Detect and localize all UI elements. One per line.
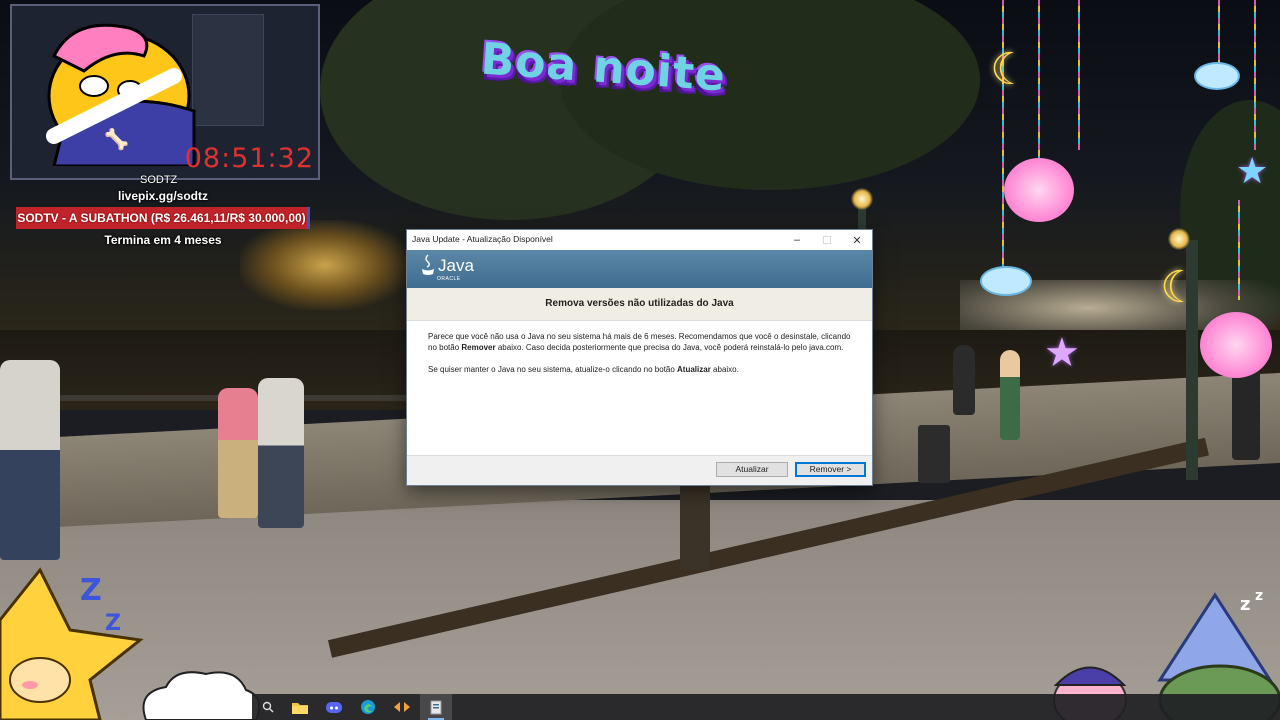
cloud-icon <box>1196 64 1238 88</box>
pink-sheep-icon <box>1004 158 1074 222</box>
svg-text:Z: Z <box>80 573 102 608</box>
para2-text-end: abaixo. <box>710 365 739 375</box>
sheep-icon <box>142 671 261 720</box>
sleeping-star-icon: Z Z <box>0 567 144 720</box>
stream-timer: 08:51:32 <box>184 143 314 174</box>
hanging-string <box>1078 0 1080 150</box>
app-arrows-icon[interactable] <box>386 694 418 720</box>
dialog-heading: Remova versões não utilizadas do Java <box>545 298 734 309</box>
java-update-dialog: Java Update - Atualização Disponível – ☐… <box>406 229 873 486</box>
dialog-title: Java Update - Atualização Disponível <box>412 234 553 244</box>
search-icon[interactable] <box>252 694 284 720</box>
heading-band: Remova versões não utilizadas do Java <box>407 288 872 321</box>
hanging-string <box>1254 0 1256 150</box>
svg-text:z: z <box>1255 590 1263 604</box>
subathon-ends-in: Termina em 4 meses <box>104 233 222 247</box>
remove-button[interactable]: Remover > <box>795 462 866 477</box>
close-button[interactable]: ✕ <box>842 230 872 250</box>
person <box>1000 350 1020 440</box>
lamp-light <box>1168 228 1190 250</box>
svg-text:Z: Z <box>105 611 121 636</box>
hanging-string <box>1002 0 1004 280</box>
hanging-string <box>1038 0 1040 170</box>
hanging-string <box>1238 200 1240 300</box>
trash-bin <box>918 425 950 483</box>
para1-bold: Remover <box>461 343 496 353</box>
pink-sheep-icon <box>1200 312 1272 378</box>
para2-text: Se quiser manter o Java no seu sistema, … <box>428 365 678 375</box>
hanging-string <box>1218 0 1220 70</box>
minimize-button[interactable]: – <box>782 230 812 250</box>
svg-text:🦴: 🦴 <box>104 127 129 151</box>
maximize-button: ☐ <box>822 234 832 247</box>
java-wordmark: Java <box>438 256 474 275</box>
svg-text:z: z <box>1240 594 1250 615</box>
oracle-wordmark: ORACLE <box>437 276 461 282</box>
java-update-icon[interactable] <box>420 694 452 720</box>
lamp-light <box>851 188 873 210</box>
dialog-body: Parece que você não usa o Java no seu si… <box>428 331 856 387</box>
dialog-footer: Atualizar Remover > <box>407 455 872 485</box>
person <box>0 360 60 560</box>
cloud-icon <box>982 268 1030 294</box>
subathon-goal-bar: SODTV - A SUBATHON (R$ 26.461,11/R$ 30.0… <box>16 207 310 229</box>
para2-bold: Atualizar <box>677 365 711 375</box>
moon-icon: ☾ <box>990 45 1030 94</box>
livepix-link: livepix.gg/sodtz <box>117 189 208 203</box>
edge-icon[interactable] <box>352 694 384 720</box>
update-button[interactable]: Atualizar <box>716 462 788 477</box>
star-icon: ★ <box>1044 331 1080 375</box>
cam-name: SODTZ <box>140 174 178 186</box>
person <box>258 378 304 528</box>
java-logo: Java <box>421 254 474 276</box>
person <box>953 345 975 415</box>
file-explorer-icon[interactable] <box>284 694 316 720</box>
para1-text-end: abaixo. Caso decida posteriormente que p… <box>495 343 844 353</box>
body-paragraph-1: Parece que você não usa o Java no seu si… <box>428 331 856 353</box>
person <box>218 388 258 518</box>
taskbar <box>252 694 1280 720</box>
sleeping-mascot-icon: 🦴 <box>46 23 196 166</box>
java-cup-icon <box>422 254 434 275</box>
dialog-titlebar[interactable]: Java Update - Atualização Disponível – ☐… <box>407 230 872 250</box>
body-paragraph-2: Se quiser manter o Java no seu sistema, … <box>428 364 856 375</box>
moon-icon: ☾ <box>1160 263 1200 312</box>
java-banner: Java ORACLE <box>407 250 872 288</box>
star-icon: ★ <box>1236 150 1269 191</box>
discord-icon[interactable] <box>318 694 350 720</box>
webcam-frame: 🦴 08:51:32 <box>10 4 320 180</box>
